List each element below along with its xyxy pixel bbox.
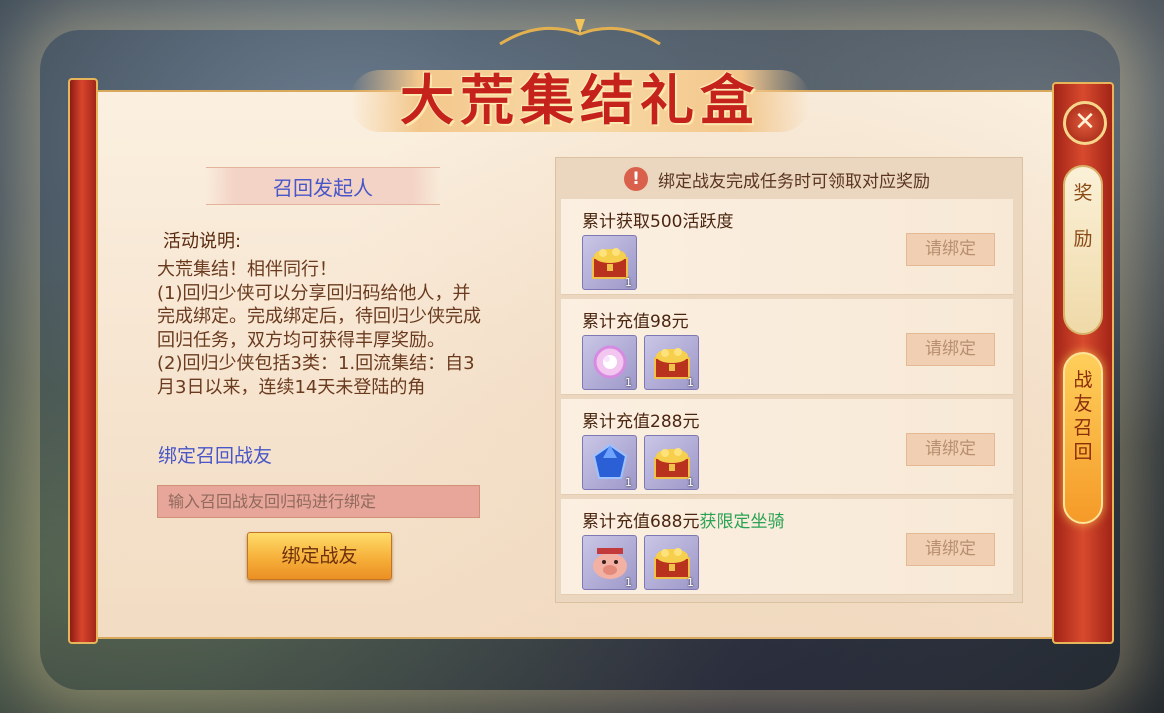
exclamation-icon: !	[624, 167, 648, 191]
row-title: 累计充值688元获限定坐骑	[582, 512, 785, 532]
reward-items: 1 1	[582, 435, 699, 490]
treasure-chest-icon[interactable]: 1	[644, 335, 699, 390]
please-bind-button[interactable]: 请绑定	[906, 333, 995, 366]
bind-recall-friend-label: 绑定召回战友	[158, 445, 273, 467]
reward-row: 累计充值688元获限定坐骑 1 1 请绑定	[561, 499, 1013, 595]
limited-mount-note: 获限定坐骑	[699, 512, 785, 532]
tab-reward[interactable]: 奖 励	[1063, 165, 1103, 335]
notice-bar: ! 绑定战友完成任务时可领取对应奖励	[624, 165, 930, 193]
bind-friend-button[interactable]: 绑定战友	[247, 532, 392, 580]
reward-row: 累计充值288元 1 1 请绑定	[561, 399, 1013, 495]
reward-row: 累计充值98元 1 1 请绑定	[561, 299, 1013, 395]
close-icon[interactable]: ✕	[1063, 101, 1107, 145]
recall-code-input[interactable]	[157, 485, 480, 518]
treasure-chest-icon[interactable]: 1	[644, 435, 699, 490]
pig-mount-icon[interactable]: 1	[582, 535, 637, 590]
page-title: 大荒集结礼盒	[400, 68, 760, 132]
reward-row: 累计获取500活跃度 1 请绑定	[561, 199, 1013, 295]
description-text[interactable]: 大荒集结！相伴同行！ (1)回归少侠可以分享回归码给他人，并完成绑定。完成绑定后…	[157, 258, 487, 422]
reward-items: 1 1	[582, 335, 699, 390]
reward-items: 1	[582, 235, 637, 290]
scroll-rod-left	[68, 78, 98, 644]
reward-items: 1 1	[582, 535, 699, 590]
please-bind-button[interactable]: 请绑定	[906, 533, 995, 566]
row-title: 累计获取500活跃度	[582, 212, 734, 232]
row-title: 累计充值288元	[582, 412, 700, 432]
notice-text: 绑定战友完成任务时可领取对应奖励	[658, 171, 930, 192]
subtitle: 召回发起人	[273, 176, 373, 200]
tab-friend-recall[interactable]: 战 友 召 回	[1063, 352, 1103, 524]
treasure-chest-icon[interactable]: 1	[582, 235, 637, 290]
description-label: 活动说明:	[163, 231, 242, 252]
title-ornament-icon	[499, 19, 661, 46]
treasure-chest-icon[interactable]: 1	[644, 535, 699, 590]
pearl-orb-icon[interactable]: 1	[582, 335, 637, 390]
row-title: 累计充值98元	[582, 312, 689, 332]
please-bind-button[interactable]: 请绑定	[906, 233, 995, 266]
blue-gem-icon[interactable]: 1	[582, 435, 637, 490]
please-bind-button[interactable]: 请绑定	[906, 433, 995, 466]
